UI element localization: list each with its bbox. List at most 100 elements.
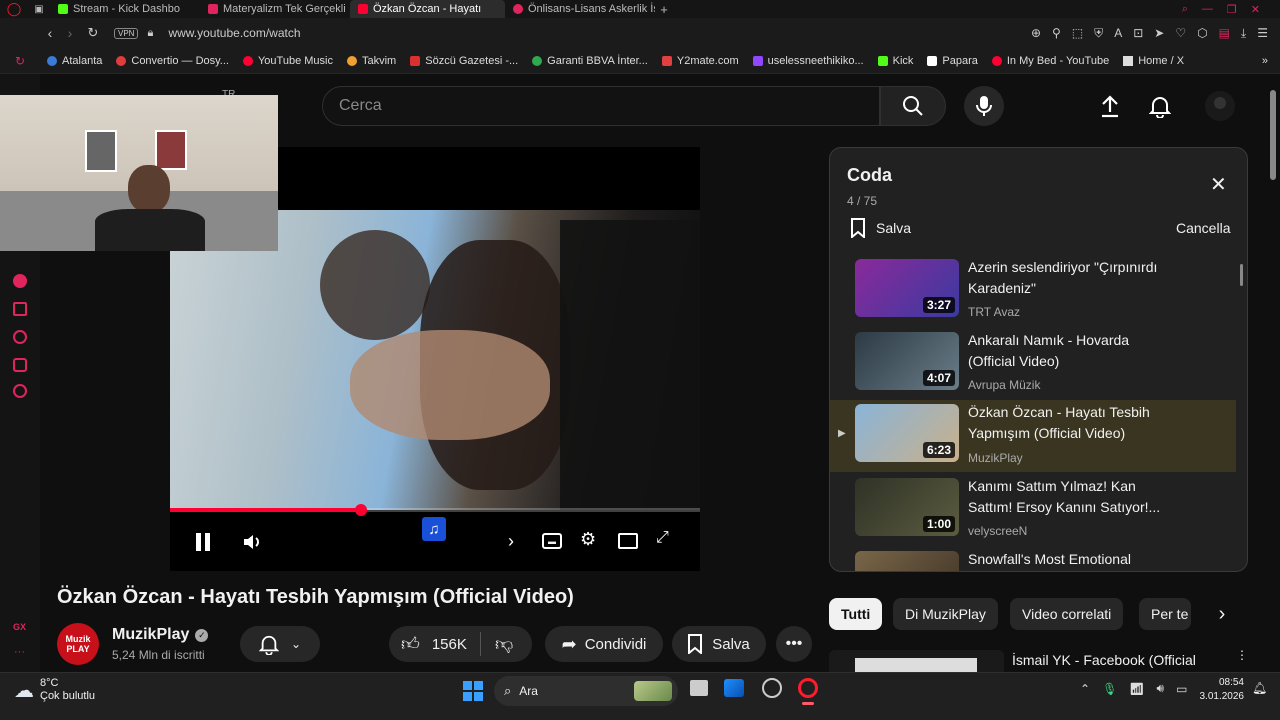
chip-all[interactable]: Tutti [829, 598, 883, 630]
queue-item-current[interactable]: ▶ 6:23 Özkan Özcan - Hayatı Tesbih Yapmı… [830, 400, 1236, 472]
extensions-icon[interactable]: ⬡ [1197, 26, 1207, 41]
bookmark-takvim[interactable]: Takvim [340, 55, 403, 67]
more-actions-button[interactable]: ••• [776, 626, 812, 662]
music-note-badge[interactable]: ♫ [422, 517, 446, 541]
queue-item[interactable]: 3:27 Azerin seslendiriyor "Çırpınırdı Ka… [830, 255, 1236, 327]
tray-chevron-icon[interactable]: ⌃ [1080, 682, 1090, 696]
bookmark-y2mate[interactable]: Y2mate.com [655, 55, 746, 67]
more-icon[interactable]: ··· [14, 646, 25, 658]
send-icon[interactable]: ➤ [1154, 26, 1164, 41]
wallet-icon[interactable]: ▤ [1219, 26, 1230, 41]
bookmark-convertio[interactable]: Convertio — Dosy... [109, 55, 236, 67]
translate-icon[interactable]: A [1114, 26, 1122, 41]
opera-app-icon[interactable] [798, 678, 818, 698]
start-button[interactable] [463, 681, 483, 701]
chip-for-you[interactable]: Per te [1139, 598, 1191, 630]
chips-next-button[interactable]: › [1206, 598, 1238, 630]
forward-icon[interactable]: › [60, 25, 80, 41]
speed-dial-icon[interactable]: ↻ [0, 54, 40, 68]
subtitles-button[interactable]: ▬ [542, 533, 562, 549]
bookmark-garanti[interactable]: Garanti BBVA İnter... [525, 55, 655, 67]
settings-icon[interactable] [13, 384, 27, 398]
upload-button[interactable] [1096, 92, 1124, 120]
tab-onlisans[interactable]: Önlisans-Lisans Askerlik İş [505, 0, 655, 18]
back-icon[interactable]: ‹ [40, 25, 60, 41]
voice-search-button[interactable] [964, 86, 1004, 126]
bookmark-youtube-music[interactable]: YouTube Music [236, 55, 340, 67]
bookmark-papara[interactable]: Papara [920, 55, 984, 67]
download-icon[interactable]: ⤓ [1241, 26, 1246, 41]
mail-app-icon[interactable] [724, 679, 744, 697]
channel-name[interactable]: MuzikPlay [112, 626, 189, 644]
bookmark-sozcu[interactable]: Sözcü Gazetesi -... [403, 55, 525, 67]
queue-item[interactable]: 1:00 Kanımı Sattım Yılmaz! Kan Sattım! E… [830, 474, 1236, 546]
page-scrollbar[interactable] [1270, 90, 1276, 180]
queue-item[interactable]: Snowfall's Most Emotional [830, 547, 1236, 571]
extensions-sidebar-icon[interactable] [13, 358, 27, 372]
opera-logo-icon[interactable]: ◯ [0, 1, 28, 17]
bookmark-x[interactable]: Home / X [1116, 55, 1191, 67]
tab-materyalizm[interactable]: Materyalizm Tek Gerçekli [200, 0, 350, 18]
opera-gx-app-icon[interactable] [762, 678, 782, 698]
share-button[interactable]: ➦ Condividi [545, 626, 663, 662]
next-video-title[interactable]: İsmail YK - Facebook (Official [1012, 652, 1222, 672]
microphone-tray-icon[interactable]: 🎙︎ [1102, 682, 1117, 696]
settings-gear-icon[interactable]: ⚙ [580, 529, 596, 550]
heart-icon[interactable]: ♡ [1175, 26, 1186, 41]
shield-icon[interactable]: ⛨ [1094, 26, 1103, 41]
reload-icon[interactable]: ↻ [80, 25, 106, 41]
queue-item[interactable]: 4:07 Ankaralı Namık - Hovarda (Official … [830, 328, 1236, 400]
search-input[interactable]: Cerca [322, 86, 880, 126]
minimize-icon[interactable]: — [1202, 3, 1213, 16]
clock[interactable]: 08:54 3.01.2026 [1196, 676, 1245, 704]
tab-ozkan-ozcan[interactable]: Özkan Özcan - Hayatı [350, 0, 505, 18]
volume-button[interactable] [240, 529, 266, 555]
search-button[interactable] [880, 86, 946, 126]
bookmark-in-my-bed[interactable]: In My Bed - YouTube [985, 55, 1116, 67]
notifications-button[interactable] [1146, 92, 1174, 120]
progress-bar-track[interactable] [170, 504, 700, 516]
close-window-icon[interactable]: ✕ [1251, 3, 1260, 16]
speaker-icon[interactable]: 🔊︎ [1157, 681, 1165, 696]
chip-related[interactable]: Video correlati [1010, 598, 1124, 630]
close-icon[interactable]: ✕ [1210, 172, 1227, 197]
search-tabs-icon[interactable]: ⌕ [1182, 3, 1188, 16]
queue-scrollbar[interactable] [1240, 264, 1243, 286]
miniplayer-button[interactable] [618, 533, 638, 549]
pause-button[interactable] [190, 529, 216, 555]
pinboard-icon[interactable] [13, 302, 27, 316]
pin-icon[interactable]: ⚲ [1052, 26, 1061, 41]
vpn-badge[interactable]: VPN [114, 27, 139, 39]
gx-icon[interactable]: GX [13, 622, 26, 632]
bookmark-kick[interactable]: Kick [871, 55, 921, 67]
tab-kick[interactable]: Stream - Kick Dashbo [50, 0, 200, 18]
new-tab-icon[interactable]: + [655, 2, 673, 17]
chip-from-channel[interactable]: Di MuzikPlay [893, 598, 998, 630]
maximize-icon[interactable]: ❐ [1227, 3, 1237, 16]
tab-menu-icon[interactable]: ▣ [28, 4, 50, 15]
like-button[interactable]: 👍︎ 156K [389, 632, 481, 656]
camera-icon[interactable]: ⊡ [1133, 26, 1143, 41]
next-video-menu-icon[interactable]: ⋮ [1236, 649, 1248, 661]
next-video-thumbnail[interactable] [829, 650, 1004, 672]
bookmarks-overflow-icon[interactable]: » [1262, 55, 1280, 67]
weather-widget[interactable]: ☁ 8°C Çok bulutlu [14, 677, 95, 703]
bookmark-twitch[interactable]: uselessneethikiko... [746, 55, 871, 67]
thumbs-down-icon[interactable]: 👎︎ [481, 633, 513, 655]
notification-center-icon[interactable]: 🔔︎ [1252, 681, 1267, 695]
queue-save-button[interactable]: Salva [850, 218, 911, 238]
task-view-icon[interactable] [690, 680, 708, 696]
menu-icon[interactable]: ☰ [1257, 26, 1268, 41]
save-button[interactable]: Salva [672, 626, 766, 662]
snapshot-icon[interactable]: ⬚ [1072, 26, 1083, 41]
battery-icon[interactable]: ▭ [1176, 682, 1187, 696]
bookmark-atalanta[interactable]: Atalanta [40, 55, 109, 67]
account-avatar[interactable] [1205, 91, 1235, 121]
fullscreen-icon[interactable]: ⤢ [656, 529, 669, 547]
channel-avatar[interactable]: Muzik PLAY [57, 623, 99, 665]
lock-icon[interactable]: 🔒︎ [138, 27, 162, 40]
url-text[interactable]: www.youtube.com/watch [168, 26, 300, 40]
progress-scrubber[interactable] [354, 504, 367, 516]
wifi-icon[interactable]: 📶︎ [1129, 682, 1144, 696]
subscribed-notifications-button[interactable]: ⌄ [240, 626, 320, 662]
